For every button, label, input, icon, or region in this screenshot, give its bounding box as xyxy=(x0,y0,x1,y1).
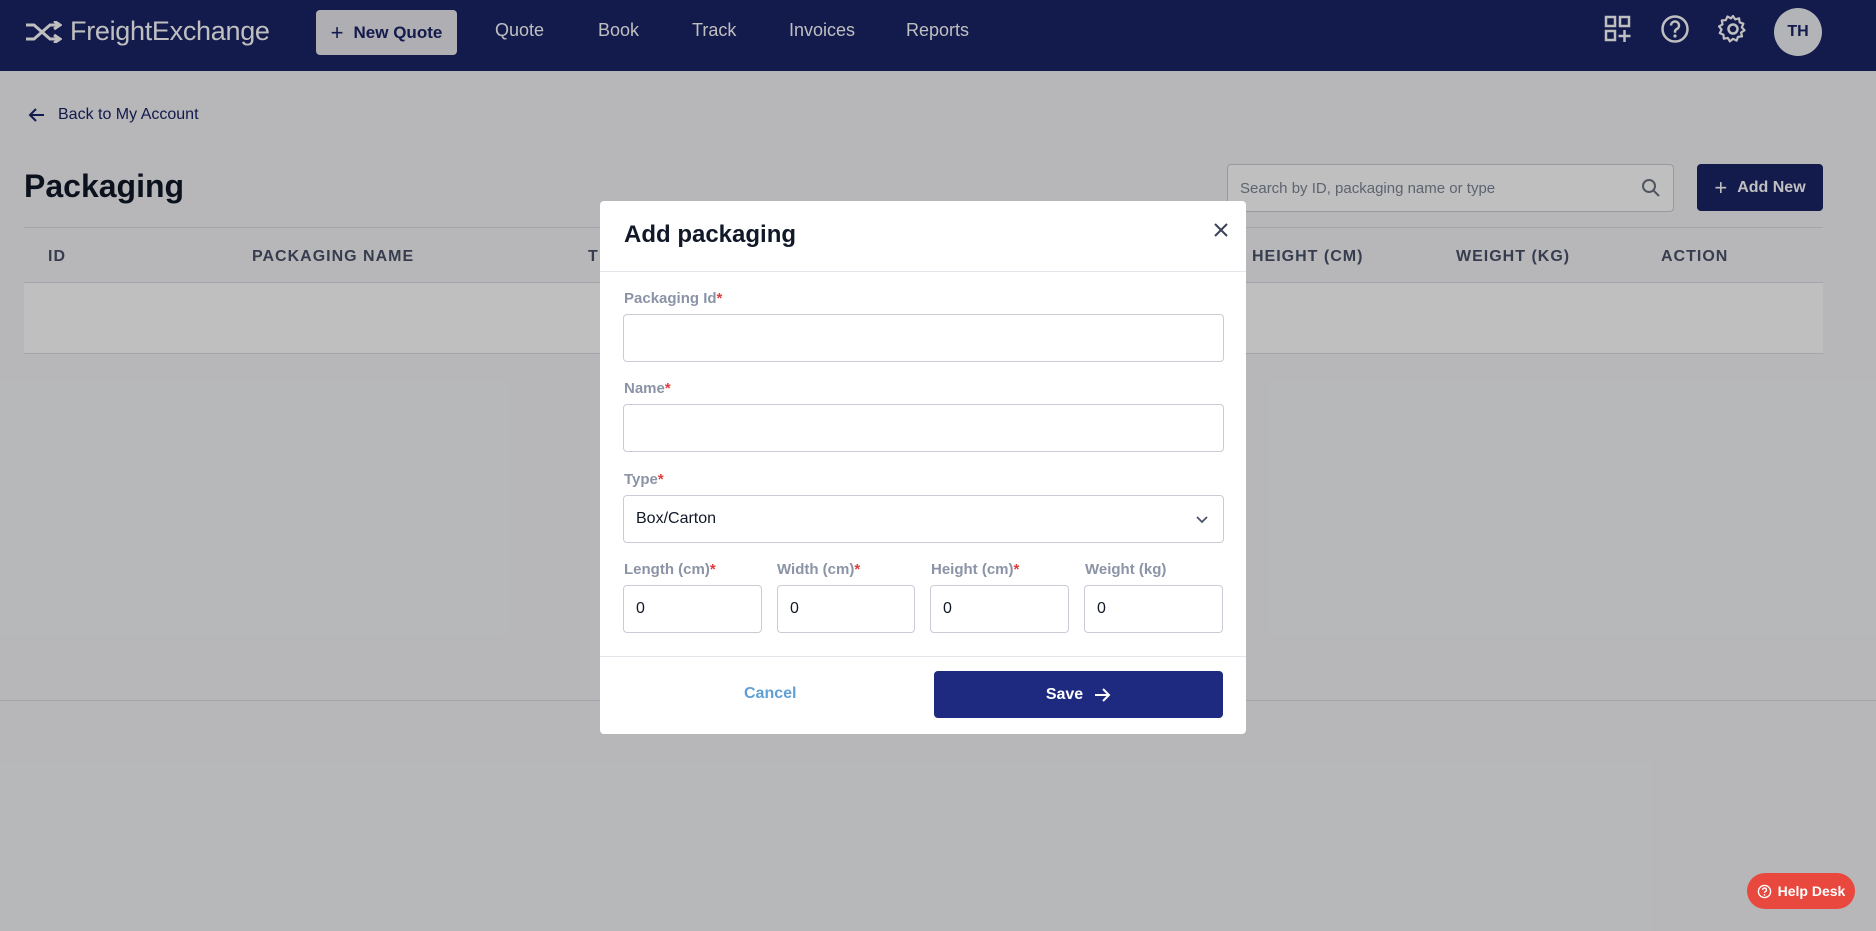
width-field xyxy=(777,585,915,633)
name-field xyxy=(623,404,1224,452)
packaging-id-input[interactable] xyxy=(624,315,1223,361)
type-label: Type* xyxy=(624,471,664,488)
close-icon[interactable] xyxy=(1210,219,1232,241)
weight-label: Weight (kg) xyxy=(1085,561,1167,578)
save-button[interactable]: Save xyxy=(934,671,1223,718)
dialog-footer-divider xyxy=(600,656,1246,657)
name-label: Name* xyxy=(624,380,671,397)
width-input[interactable] xyxy=(778,586,914,632)
add-packaging-dialog: Add packaging Packaging Id* Name* Type* … xyxy=(600,201,1246,734)
type-selected-value: Box/Carton xyxy=(636,510,717,527)
required-mark: * xyxy=(716,290,723,307)
help-circle-icon xyxy=(1757,884,1771,898)
height-field xyxy=(930,585,1069,633)
packaging-id-label: Packaging Id* xyxy=(624,290,723,307)
required-mark: * xyxy=(854,561,861,578)
chevron-down-icon xyxy=(1196,516,1208,524)
arrow-right-icon xyxy=(1095,687,1111,702)
help-desk-label: Help Desk xyxy=(1777,883,1846,899)
packaging-id-field xyxy=(623,314,1224,362)
cancel-button[interactable]: Cancel xyxy=(744,685,796,703)
help-desk-button[interactable]: Help Desk xyxy=(1747,873,1855,909)
height-input[interactable] xyxy=(931,586,1068,632)
length-input[interactable] xyxy=(624,586,761,632)
dialog-title: Add packaging xyxy=(624,221,797,248)
required-mark: * xyxy=(657,471,664,488)
type-select[interactable]: Box/Carton xyxy=(623,495,1224,543)
required-mark: * xyxy=(1013,561,1020,578)
name-input[interactable] xyxy=(624,405,1223,451)
required-mark: * xyxy=(664,380,671,397)
weight-field xyxy=(1084,585,1223,633)
length-label: Length (cm)* xyxy=(624,561,716,578)
length-field xyxy=(623,585,762,633)
height-label: Height (cm)* xyxy=(931,561,1020,578)
save-label: Save xyxy=(1045,685,1084,703)
required-mark: * xyxy=(709,561,716,578)
weight-input[interactable] xyxy=(1085,586,1222,632)
dialog-header-divider xyxy=(600,271,1246,272)
width-label: Width (cm)* xyxy=(777,561,861,578)
